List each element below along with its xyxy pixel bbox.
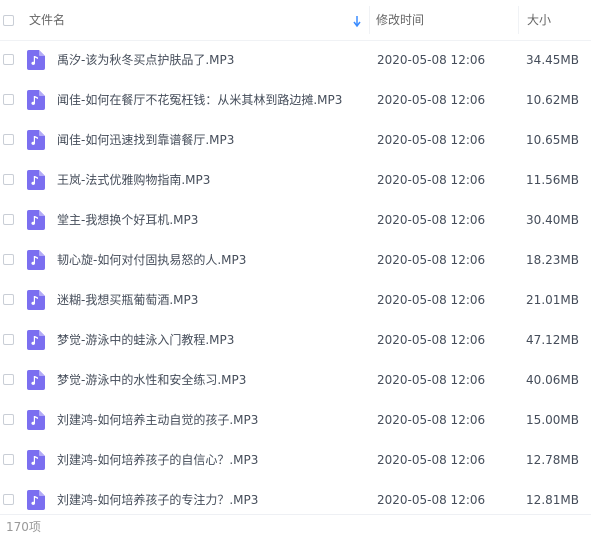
file-modified-time: 2020-05-08 12:06 [377,373,486,387]
file-row[interactable]: 闻佳-如何在餐厅不花冤枉钱：从米其林到路边摊.MP3 2020-05-08 12:… [0,80,583,120]
file-row[interactable]: 韧心旋-如何对付固执易怒的人.MP3 2020-05-08 12:06 18.23M… [0,240,583,280]
column-divider[interactable] [518,6,519,34]
file-size: 11.56MB [526,173,579,187]
file-size: 21.01MB [526,293,579,307]
audio-file-icon [27,370,45,390]
audio-file-icon [27,130,45,150]
audio-file-icon [27,490,45,510]
row-checkbox[interactable] [3,54,14,65]
audio-file-icon [27,50,45,70]
file-row[interactable]: 堂主-我想换个好耳机.MP3 2020-05-08 12:06 30.40MB [0,200,583,240]
file-name[interactable]: 堂主-我想换个好耳机.MP3 [57,200,198,240]
file-modified-time: 2020-05-08 12:06 [377,53,486,67]
row-checkbox[interactable] [3,134,14,145]
file-modified-time: 2020-05-08 12:06 [377,213,486,227]
file-name[interactable]: 梦觉-游泳中的水性和安全练习.MP3 [57,360,246,400]
select-all-checkbox[interactable] [3,15,14,26]
file-row[interactable]: 禹汐-该为秋冬买点护肤品了.MP3 2020-05-08 12:06 34.45MB [0,40,583,80]
audio-file-icon [27,250,45,270]
file-size: 18.23MB [526,253,579,267]
file-row[interactable]: 王岚-法式优雅购物指南.MP3 2020-05-08 12:06 11.56MB [0,160,583,200]
file-modified-time: 2020-05-08 12:06 [377,453,486,467]
row-checkbox[interactable] [3,374,14,385]
sort-down-arrow-icon[interactable] [352,14,362,28]
row-checkbox[interactable] [3,254,14,265]
row-checkbox[interactable] [3,414,14,425]
file-modified-time: 2020-05-08 12:06 [377,253,486,267]
row-checkbox[interactable] [3,214,14,225]
file-size: 10.62MB [526,93,579,107]
file-name[interactable]: 闻佳-如何在餐厅不花冤枉钱：从米其林到路边摊.MP3 [57,80,342,120]
file-name[interactable]: 刘建鸿-如何培养孩子的自信心？.MP3 [57,440,258,480]
row-checkbox[interactable] [3,174,14,185]
file-name[interactable]: 王岚-法式优雅购物指南.MP3 [57,160,210,200]
file-size: 12.78MB [526,453,579,467]
row-checkbox[interactable] [3,334,14,345]
file-name[interactable]: 梦觉-游泳中的蛙泳入门教程.MP3 [57,320,234,360]
audio-file-icon [27,330,45,350]
file-name[interactable]: 禹汐-该为秋冬买点护肤品了.MP3 [57,40,234,80]
file-name[interactable]: 刘建鸿-如何培养主动自觉的孩子.MP3 [57,400,258,440]
row-checkbox[interactable] [3,294,14,305]
file-size: 15.00MB [526,413,579,427]
file-row[interactable]: 梦觉-游泳中的蛙泳入门教程.MP3 2020-05-08 12:06 47.12MB [0,320,583,360]
column-header-name[interactable]: 文件名 [29,0,65,40]
file-modified-time: 2020-05-08 12:06 [377,133,486,147]
audio-file-icon [27,210,45,230]
file-modified-time: 2020-05-08 12:06 [377,293,486,307]
file-list: 禹汐-该为秋冬买点护肤品了.MP3 2020-05-08 12:06 34.45MB… [0,40,583,520]
file-list-footer: 170项 [0,514,591,539]
file-row[interactable]: 刘建鸿-如何培养主动自觉的孩子.MP3 2020-05-08 12:06 15.00… [0,400,583,440]
audio-file-icon [27,410,45,430]
audio-file-icon [27,170,45,190]
item-count: 170项 [6,520,41,534]
audio-file-icon [27,450,45,470]
file-row[interactable]: 闻佳-如何迅速找到靠谱餐厅.MP3 2020-05-08 12:06 10.65MB [0,120,583,160]
column-header-modified-time[interactable]: 修改时间 [376,0,424,40]
file-row[interactable]: 刘建鸿-如何培养孩子的自信心？.MP3 2020-05-08 12:06 12.78… [0,440,583,480]
column-header-size[interactable]: 大小 [527,0,551,40]
row-checkbox[interactable] [3,494,14,505]
file-modified-time: 2020-05-08 12:06 [377,333,486,347]
row-checkbox[interactable] [3,454,14,465]
file-name[interactable]: 韧心旋-如何对付固执易怒的人.MP3 [57,240,246,280]
file-size: 30.40MB [526,213,579,227]
file-size: 34.45MB [526,53,579,67]
file-size: 10.65MB [526,133,579,147]
file-size: 47.12MB [526,333,579,347]
vertical-scrollbar[interactable] [587,0,591,514]
file-modified-time: 2020-05-08 12:06 [377,413,486,427]
file-list-panel: 文件名 修改时间 大小 禹汐-该为秋冬买点护肤品了.MP3 2020-05-08 … [0,0,591,539]
file-name[interactable]: 迷糊-我想买瓶葡萄酒.MP3 [57,280,198,320]
audio-file-icon [27,90,45,110]
file-row[interactable]: 梦觉-游泳中的水性和安全练习.MP3 2020-05-08 12:06 40.06M… [0,360,583,400]
file-modified-time: 2020-05-08 12:06 [377,173,486,187]
file-modified-time: 2020-05-08 12:06 [377,93,486,107]
file-name[interactable]: 闻佳-如何迅速找到靠谱餐厅.MP3 [57,120,234,160]
column-divider[interactable] [369,6,370,34]
file-row[interactable]: 迷糊-我想买瓶葡萄酒.MP3 2020-05-08 12:06 21.01MB [0,280,583,320]
file-size: 40.06MB [526,373,579,387]
file-list-header: 文件名 修改时间 大小 [0,0,591,41]
row-checkbox[interactable] [3,94,14,105]
audio-file-icon [27,290,45,310]
